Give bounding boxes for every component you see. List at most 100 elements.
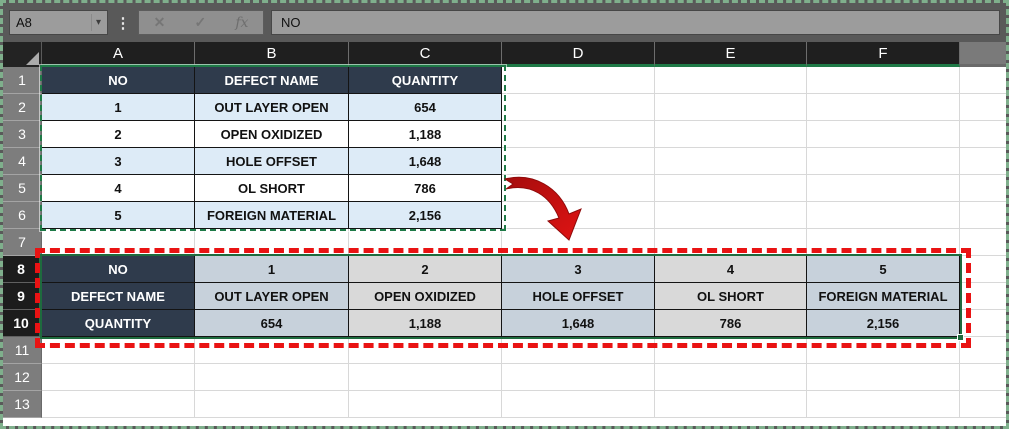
cell-a1[interactable]: NO <box>42 67 195 94</box>
cell-b8[interactable]: 1 <box>195 256 349 283</box>
empty-cell[interactable] <box>195 229 349 256</box>
row-header-13[interactable]: 13 <box>3 391 42 418</box>
empty-cell[interactable] <box>960 256 1006 283</box>
column-header-f[interactable]: F <box>807 42 960 67</box>
column-header-a[interactable]: A <box>42 42 195 67</box>
cell-a4[interactable]: 3 <box>42 148 195 175</box>
empty-cell[interactable] <box>42 391 195 418</box>
column-header-c[interactable]: C <box>349 42 502 67</box>
empty-cell[interactable] <box>655 391 807 418</box>
empty-cell[interactable] <box>502 175 655 202</box>
empty-cell[interactable] <box>960 283 1006 310</box>
empty-cell[interactable] <box>807 391 960 418</box>
cell-a3[interactable]: 2 <box>42 121 195 148</box>
empty-cell[interactable] <box>655 94 807 121</box>
empty-cell[interactable] <box>960 94 1006 121</box>
column-header-d[interactable]: D <box>502 42 655 67</box>
empty-cell[interactable] <box>655 202 807 229</box>
empty-cell[interactable] <box>655 364 807 391</box>
cell-b2[interactable]: OUT LAYER OPEN <box>195 94 349 121</box>
cell-b5[interactable]: OL SHORT <box>195 175 349 202</box>
empty-cell[interactable] <box>502 202 655 229</box>
empty-cell[interactable] <box>960 337 1006 364</box>
empty-cell[interactable] <box>807 94 960 121</box>
cell-f9[interactable]: FOREIGN MATERIAL <box>807 283 960 310</box>
empty-cell[interactable] <box>807 229 960 256</box>
empty-cell[interactable] <box>960 229 1006 256</box>
cell-c4[interactable]: 1,648 <box>349 148 502 175</box>
cell-e10[interactable]: 786 <box>655 310 807 337</box>
cell-c1[interactable]: QUANTITY <box>349 67 502 94</box>
row-header-8[interactable]: 8 <box>3 256 42 283</box>
empty-cell[interactable] <box>502 391 655 418</box>
fill-handle[interactable] <box>957 334 964 341</box>
empty-cell[interactable] <box>960 148 1006 175</box>
cell-e9[interactable]: OL SHORT <box>655 283 807 310</box>
empty-cell[interactable] <box>655 121 807 148</box>
cell-b10[interactable]: 654 <box>195 310 349 337</box>
cell-c10[interactable]: 1,188 <box>349 310 502 337</box>
cell-b4[interactable]: HOLE OFFSET <box>195 148 349 175</box>
empty-cell[interactable] <box>960 391 1006 418</box>
cell-b9[interactable]: OUT LAYER OPEN <box>195 283 349 310</box>
cell-a10[interactable]: QUANTITY <box>42 310 195 337</box>
cell-c3[interactable]: 1,188 <box>349 121 502 148</box>
cell-a9[interactable]: DEFECT NAME <box>42 283 195 310</box>
empty-cell[interactable] <box>195 337 349 364</box>
cell-b1[interactable]: DEFECT NAME <box>195 67 349 94</box>
cell-c8[interactable]: 2 <box>349 256 502 283</box>
empty-cell[interactable] <box>655 67 807 94</box>
cell-d10[interactable]: 1,648 <box>502 310 655 337</box>
empty-cell[interactable] <box>502 364 655 391</box>
cell-a6[interactable]: 5 <box>42 202 195 229</box>
empty-cell[interactable] <box>655 148 807 175</box>
row-header-11[interactable]: 11 <box>3 337 42 364</box>
row-header-3[interactable]: 3 <box>3 121 42 148</box>
cell-f10[interactable]: 2,156 <box>807 310 960 337</box>
empty-cell[interactable] <box>807 148 960 175</box>
empty-cell[interactable] <box>960 121 1006 148</box>
empty-cell[interactable] <box>960 175 1006 202</box>
row-header-4[interactable]: 4 <box>3 148 42 175</box>
insert-function-icon[interactable]: fx <box>235 15 248 31</box>
empty-cell[interactable] <box>807 337 960 364</box>
cell-f8[interactable]: 5 <box>807 256 960 283</box>
row-header-6[interactable]: 6 <box>3 202 42 229</box>
cell-a8[interactable]: NO <box>42 256 195 283</box>
row-header-2[interactable]: 2 <box>3 94 42 121</box>
empty-cell[interactable] <box>807 121 960 148</box>
empty-cell[interactable] <box>807 67 960 94</box>
name-box[interactable]: A8 ▾ <box>9 10 108 35</box>
cell-a5[interactable]: 4 <box>42 175 195 202</box>
empty-cell[interactable] <box>195 364 349 391</box>
row-header-9[interactable]: 9 <box>3 283 42 310</box>
cell-a2[interactable]: 1 <box>42 94 195 121</box>
empty-cell[interactable] <box>655 229 807 256</box>
row-header-12[interactable]: 12 <box>3 364 42 391</box>
cell-b3[interactable]: OPEN OXIDIZED <box>195 121 349 148</box>
cell-c6[interactable]: 2,156 <box>349 202 502 229</box>
empty-cell[interactable] <box>349 391 502 418</box>
empty-cell[interactable] <box>960 310 1006 337</box>
column-header-b[interactable]: B <box>195 42 349 67</box>
row-header-10[interactable]: 10 <box>3 310 42 337</box>
empty-cell[interactable] <box>502 148 655 175</box>
empty-cell[interactable] <box>502 337 655 364</box>
cell-b6[interactable]: FOREIGN MATERIAL <box>195 202 349 229</box>
empty-cell[interactable] <box>349 364 502 391</box>
empty-cell[interactable] <box>195 391 349 418</box>
empty-cell[interactable] <box>655 337 807 364</box>
cell-d9[interactable]: HOLE OFFSET <box>502 283 655 310</box>
column-header-e[interactable]: E <box>655 42 807 67</box>
empty-cell[interactable] <box>502 229 655 256</box>
empty-cell[interactable] <box>42 337 195 364</box>
row-header-1[interactable]: 1 <box>3 67 42 94</box>
row-header-7[interactable]: 7 <box>3 229 42 256</box>
cell-e8[interactable]: 4 <box>655 256 807 283</box>
cell-d8[interactable]: 3 <box>502 256 655 283</box>
empty-cell[interactable] <box>349 337 502 364</box>
empty-cell[interactable] <box>655 175 807 202</box>
name-box-dropdown-icon[interactable]: ▾ <box>91 14 101 31</box>
empty-cell[interactable] <box>502 94 655 121</box>
cancel-icon[interactable]: ✕ <box>154 14 166 31</box>
